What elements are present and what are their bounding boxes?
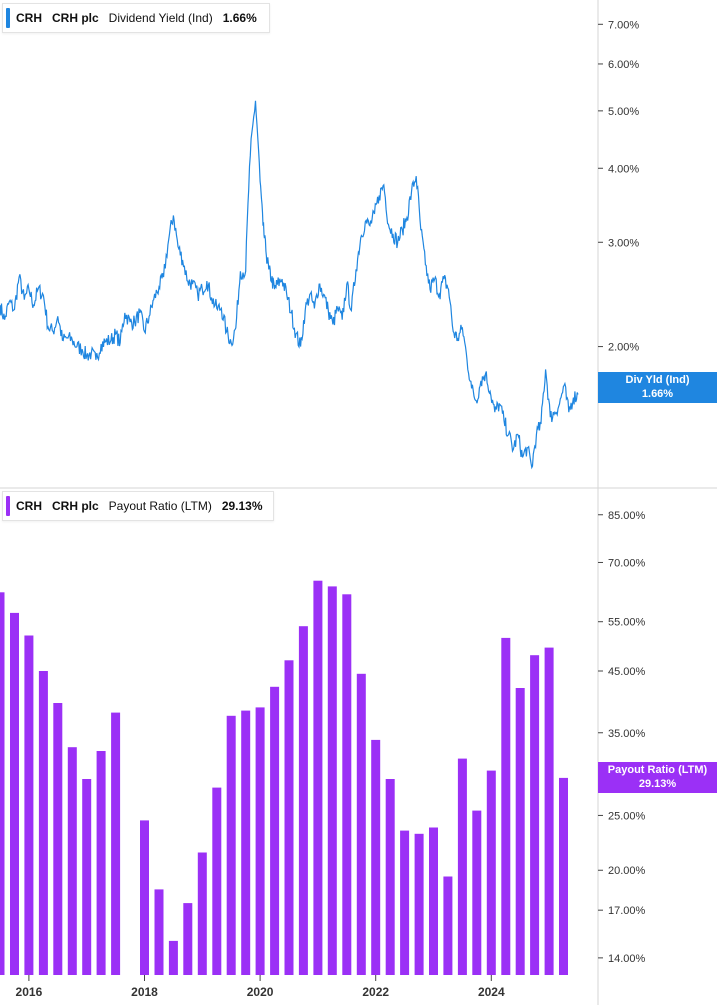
payout-bar (313, 580, 323, 975)
payout-bar (183, 903, 193, 975)
series-color-swatch (6, 496, 10, 516)
payout-bar (385, 779, 395, 975)
payout-bar (96, 751, 106, 975)
payout-bar (24, 635, 34, 975)
payout-bar (67, 747, 77, 975)
payout-bar (371, 739, 381, 975)
tag-label: Div Yld (Ind) (625, 374, 690, 386)
bottom-y-tick-label: 70.00% (608, 557, 646, 569)
payout-bar (197, 852, 207, 975)
tag-label: Payout Ratio (LTM) (607, 764, 708, 776)
bottom-y-tick-label: 85.00% (608, 510, 646, 522)
bottom-y-tick-label: 45.00% (608, 666, 646, 678)
payout-bar (501, 637, 511, 975)
payout-bar (154, 889, 164, 975)
tag-value: 1.66% (641, 388, 674, 400)
payout-bar (168, 940, 178, 975)
payout-bar (515, 688, 525, 975)
chart-root: 7.00% 6.00% 5.00% 4.00% 3.00% 2.00% 85.00% 70.… (0, 0, 717, 1005)
bottom-y-tick-label: 20.00% (608, 865, 646, 877)
legend-metric: Dividend Yield (Ind) (108, 11, 213, 25)
top-legend: CRH CRH plc Dividend Yield (Ind) 1.66% (2, 3, 270, 33)
payout-bar (457, 758, 467, 975)
top-y-tick-label: 5.00% (608, 106, 639, 118)
x-tick-label: 2024 (478, 985, 505, 999)
payout-bar (255, 707, 265, 975)
payout-bar (559, 777, 568, 975)
payout-bar (226, 715, 236, 975)
legend-company-name: CRH plc (52, 499, 99, 513)
legend-value: 1.66% (222, 11, 257, 25)
legend-company-name: CRH plc (52, 11, 99, 25)
top-y-tick-label: 6.00% (608, 59, 639, 71)
bottom-y-tick-label: 17.00% (608, 905, 646, 917)
payout-bar (111, 712, 121, 975)
payout-bar (486, 770, 496, 975)
bottom-y-tick-label: 14.00% (608, 953, 646, 965)
payout-bar (140, 820, 149, 975)
payout-ratio-value-tag: Payout Ratio (LTM) 29.13% (598, 762, 717, 793)
payout-bar (270, 686, 280, 975)
x-tick-label: 2016 (16, 985, 43, 999)
payout-bar (530, 655, 540, 975)
payout-bar (10, 612, 19, 975)
payout-bar (53, 703, 63, 975)
x-tick-label: 2018 (131, 985, 158, 999)
series-color-swatch (6, 8, 10, 28)
bottom-legend: CRH CRH plc Payout Ratio (LTM) 29.13% (2, 491, 274, 521)
payout-bar (414, 833, 424, 975)
legend-ticker: CRH (16, 11, 42, 25)
x-tick-label: 2020 (247, 985, 274, 999)
bottom-y-tick-label: 55.00% (608, 617, 646, 629)
payout-bar (212, 787, 222, 975)
payout-bar (544, 647, 554, 975)
payout-bar (241, 710, 251, 975)
legend-ticker: CRH (16, 499, 42, 513)
payout-bar (400, 830, 410, 975)
payout-bar (472, 810, 482, 975)
payout-bar (429, 827, 438, 975)
payout-bar (0, 592, 5, 975)
payout-bar (327, 586, 337, 975)
div-yield-value-tag: Div Yld (Ind) 1.66% (598, 372, 717, 403)
payout-bar (284, 660, 294, 975)
top-y-tick-label: 7.00% (608, 19, 639, 31)
x-tick-label: 2022 (362, 985, 389, 999)
bottom-y-tick-label: 35.00% (608, 728, 646, 740)
top-y-tick-label: 4.00% (608, 163, 639, 175)
tag-value: 29.13% (638, 778, 677, 790)
legend-metric: Payout Ratio (LTM) (108, 499, 212, 513)
top-y-tick-label: 2.00% (608, 342, 639, 354)
bottom-y-tick-label: 25.00% (608, 810, 646, 822)
payout-bar (342, 594, 352, 975)
payout-bar (298, 626, 308, 975)
top-y-tick-label: 3.00% (608, 237, 639, 249)
legend-value: 29.13% (221, 499, 263, 513)
payout-bar (38, 671, 48, 975)
payout-bar (356, 673, 366, 975)
payout-bar (443, 876, 453, 975)
payout-bar (82, 779, 92, 975)
